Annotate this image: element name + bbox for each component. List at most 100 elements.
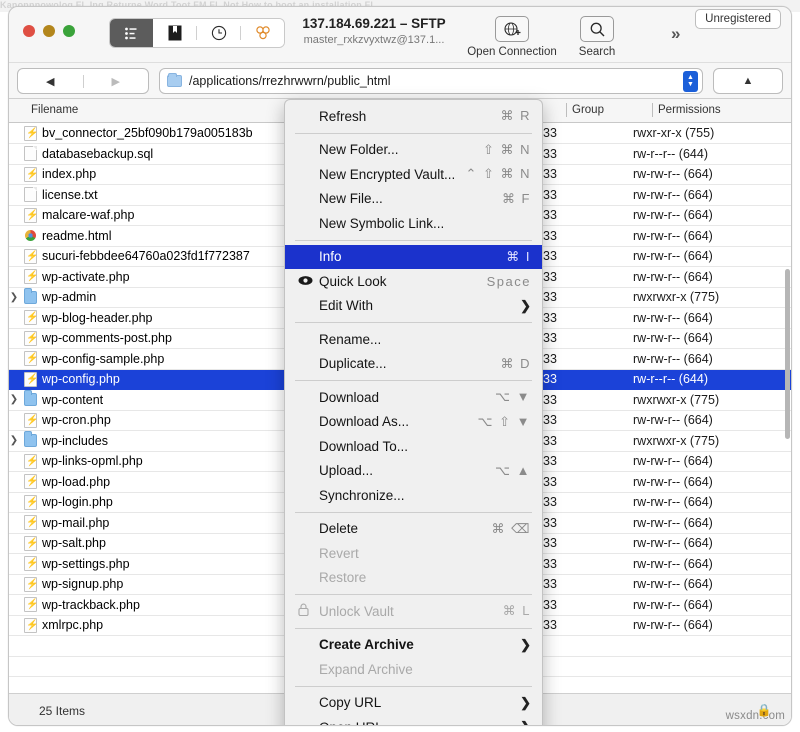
folder-file-icon [24, 390, 37, 407]
cell-permissions: rw-rw-r-- (664) [633, 328, 791, 349]
filename-label: databasebackup.sql [42, 146, 154, 161]
lock-icon: 🔒 [756, 703, 772, 717]
path-input[interactable]: /applications/rrezhrwwrn/public_html ▲ ▼ [159, 68, 703, 94]
menu-item-synchronize[interactable]: Synchronize... [285, 483, 542, 508]
cell-group: 33 [543, 143, 633, 165]
cell-group: 33 [543, 553, 633, 575]
disclosure-triangle-icon[interactable]: ❯ [9, 292, 19, 303]
menu-item-download-as[interactable]: Download As... ⌥ ⇧ ▼ [285, 410, 542, 435]
menu-item-edit-with[interactable]: Edit With ❯ [285, 294, 542, 319]
connection-host: 137.184.69.221 – SFTP [302, 16, 446, 31]
open-connection-button[interactable]: Open Connection [464, 16, 560, 58]
menu-item-new-symbolic-link[interactable]: New Symbolic Link... [285, 211, 542, 236]
menu-item-label: Copy URL [319, 695, 382, 711]
forward-button[interactable]: ▶ [84, 75, 149, 88]
unregistered-badge[interactable]: Unregistered [695, 9, 781, 29]
disclosure-triangle-icon[interactable]: ❯ [9, 435, 19, 446]
window-controls[interactable] [23, 25, 75, 37]
php-file-icon [24, 535, 38, 551]
menu-item-info[interactable]: Info ⌘ I [285, 244, 542, 269]
browser-view-button[interactable] [153, 19, 196, 47]
php-file-icon [24, 556, 38, 572]
cell-permissions: rw-rw-r-- (664) [633, 533, 791, 554]
filename-label: wp-login.php [42, 495, 113, 510]
menu-item-duplicate[interactable]: Duplicate... ⌘ D [285, 352, 542, 377]
menu-separator [295, 322, 532, 323]
parent-directory-button[interactable]: ▲ [713, 68, 783, 94]
cell-group: 33 [543, 369, 633, 390]
php-file-icon [24, 330, 38, 346]
cell-permissions: rw-rw-r-- (664) [633, 205, 791, 226]
menu-item-new-folder[interactable]: New Folder... ⇧ ⌘ N [285, 138, 542, 163]
watermark-text: wsxdn.com [725, 710, 785, 722]
column-permissions[interactable]: Permissions [658, 104, 721, 116]
search-button[interactable]: Search [549, 16, 645, 58]
menu-item-new-encrypted-vault[interactable]: New Encrypted Vault... ⌃ ⇧ ⌘ N [285, 162, 542, 187]
cell-group: 33 [543, 266, 633, 288]
column-group[interactable]: Group [572, 104, 604, 116]
search-icon [580, 16, 614, 42]
minimize-button[interactable] [43, 25, 55, 37]
filename-label: wp-config-sample.php [42, 351, 165, 366]
list-view-button[interactable] [110, 19, 153, 47]
menu-item-open-url[interactable]: Open URL❯ [285, 715, 542, 725]
menu-shortcut: ⌘ L [502, 603, 531, 619]
menu-item-quick-look[interactable]: Quick Look Space [285, 269, 542, 294]
open-connection-label: Open Connection [467, 46, 557, 58]
vertical-scrollbar[interactable] [785, 269, 790, 439]
php-file-icon [24, 617, 38, 633]
doc-file-icon [24, 146, 37, 162]
php-file-icon [24, 412, 38, 428]
cell-group: 33 [543, 246, 633, 267]
php-file-icon [24, 597, 38, 613]
menu-shortcut: ⌘ ⌫ [491, 520, 531, 536]
item-count-label: 25 Items [39, 703, 86, 718]
php-file-icon [24, 515, 38, 531]
triangle-up-icon: ▲ [742, 75, 754, 87]
path-stepper[interactable]: ▲ ▼ [683, 70, 698, 92]
cell-group: 33 [543, 533, 633, 554]
disclosure-triangle-icon[interactable]: ❯ [9, 394, 19, 405]
menu-item-refresh[interactable]: Refresh ⌘ R [285, 104, 542, 129]
filename-label: index.php [42, 167, 97, 182]
html-file-icon [24, 228, 37, 243]
php-file-icon [24, 125, 38, 141]
cell-group: 33 [543, 451, 633, 472]
doc-file-icon [24, 187, 37, 203]
back-button[interactable]: ◀ [18, 75, 83, 88]
menu-item-upload[interactable]: Upload... ⌥ ▲ [285, 459, 542, 484]
menu-item-new-file[interactable]: New File... ⌘ F [285, 187, 542, 212]
menu-item-download-to[interactable]: Download To... [285, 434, 542, 459]
zoom-button[interactable] [63, 25, 75, 37]
menu-item-download[interactable]: Download ⌥ ▼ [285, 385, 542, 410]
header-divider-1 [566, 103, 567, 117]
filename-label: wp-comments-post.php [42, 331, 172, 346]
cell-group: 33 [543, 348, 633, 370]
menu-item-label: New Encrypted Vault... [319, 166, 456, 182]
menu-item-create-archive[interactable]: Create Archive ❯ [285, 633, 542, 658]
bonjour-view-button[interactable] [241, 19, 284, 47]
clock-icon [211, 25, 226, 41]
menu-item-label: Edit With [319, 298, 374, 314]
menu-item-rename[interactable]: Rename... [285, 327, 542, 352]
navigation-buttons[interactable]: ◀ ▶ [17, 68, 149, 94]
cell-group: 33 [543, 307, 633, 329]
context-menu[interactable]: Refresh ⌘ R New Folder... ⇧ ⌘ N New Encrypte… [284, 99, 543, 725]
cell-permissions: rw-r--r-- (644) [633, 143, 791, 165]
menu-shortcut: ⌘ D [500, 355, 531, 371]
menu-item-label: Delete [319, 521, 359, 537]
cell-group: 33 [543, 205, 633, 226]
menu-item-delete[interactable]: Delete ⌘ ⌫ [285, 517, 542, 542]
toolbar-overflow-button[interactable]: » [671, 24, 680, 44]
menu-item-label: New Folder... [319, 142, 399, 158]
history-view-button[interactable] [197, 19, 240, 47]
view-mode-segmented-control[interactable] [109, 18, 285, 48]
filename-label: readme.html [42, 228, 112, 243]
menu-item-copy-url[interactable]: Copy URL ❯ [285, 691, 542, 716]
php-file-icon [24, 310, 38, 326]
column-filename[interactable]: Filename [31, 104, 78, 116]
filename-label: wp-includes [42, 433, 109, 448]
cell-group: 33 [543, 328, 633, 349]
close-button[interactable] [23, 25, 35, 37]
menu-separator [295, 239, 532, 241]
